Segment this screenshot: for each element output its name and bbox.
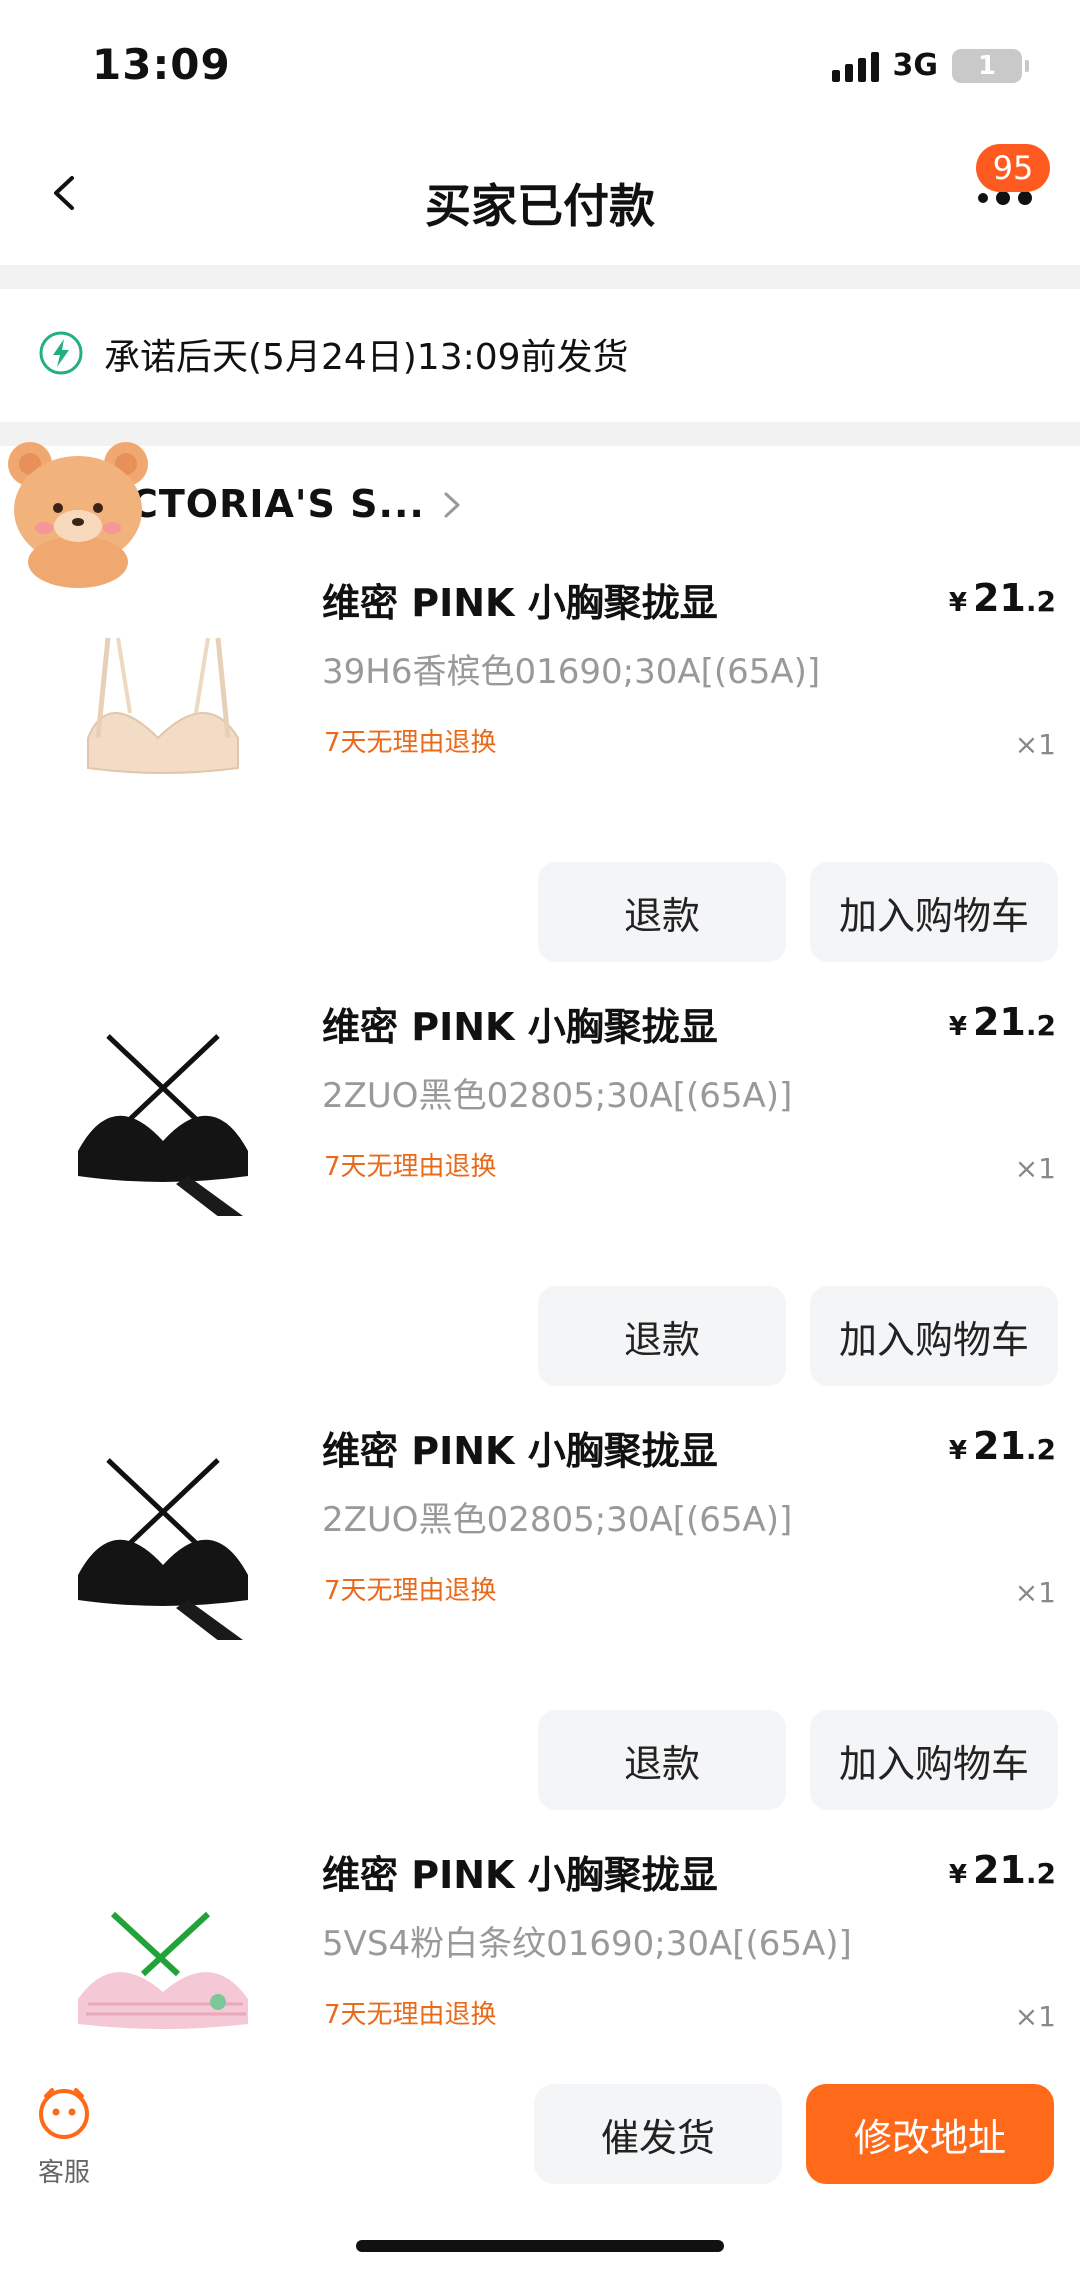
product-quantity: ×1 [1014,1576,1056,1609]
product-spec: 2ZUO黑色02805;30A[(65A)] [322,1500,793,1540]
price-integer: 21 [972,1848,1026,1892]
product-quantity: ×1 [1014,1152,1056,1185]
customer-service-label[interactable]: 客服 [38,2152,90,2189]
price-currency: ¥ [948,1012,967,1042]
product-title: 维密 PINK 小胸聚拢显 [322,1005,718,1049]
return-policy-tag: 7天无理由退换 [324,2000,497,2030]
product-title: 维密 PINK 小胸聚拢显 [322,1429,718,1473]
price-currency: ¥ [948,1436,967,1466]
status-time: 13:09 [92,40,231,89]
price-decimal: .2 [1025,585,1056,618]
message-badge: 95 [976,144,1050,192]
price-decimal: .2 [1025,1857,1056,1890]
price-currency: ¥ [948,1860,967,1890]
price-currency: ¥ [948,588,967,618]
divider [0,422,1080,446]
return-policy-tag: 7天无理由退换 [324,728,497,758]
black-bra-image [78,1034,248,1216]
page-title: 买家已付款 [425,179,655,233]
product-title: 维密 PINK 小胸聚拢显 [322,581,718,625]
battery-level: 1 [977,50,997,81]
return-policy-tag: 7天无理由退换 [324,1152,497,1182]
add-to-cart-button[interactable]: 加入购物车 [810,1286,1058,1386]
lightning-icon [39,331,83,375]
price-decimal: .2 [1025,1009,1056,1042]
price-integer: 21 [972,1424,1026,1468]
product-spec: 5VS4粉白条纹01690;30A[(65A)] [322,1924,852,1964]
product-price: ¥ 21 .2 [949,1424,1056,1468]
pink-stripe-bra-image [78,1911,248,2029]
signal-icon [831,50,879,82]
refund-button[interactable]: 退款 [538,1286,786,1386]
price-decimal: .2 [1025,1433,1056,1466]
refund-button[interactable]: 退款 [538,862,786,962]
divider [0,265,1080,289]
product-price: ¥ 21 .2 [949,576,1056,620]
return-policy-tag: 7天无理由退换 [324,1576,497,1606]
nude-bra-image [87,637,239,774]
more-dot-icon [978,193,988,203]
shop-name[interactable]: CTORIA'S S... [130,482,425,526]
bear-sticker-icon [8,442,148,588]
more-dot-icon [996,191,1010,205]
refund-button[interactable]: 退款 [538,1710,786,1810]
product-spec: 39H6香槟色01690;30A[(65A)] [322,652,821,692]
add-to-cart-button[interactable]: 加入购物车 [810,862,1058,962]
shipping-promise-text: 承诺后天(5月24日)13:09前发货 [104,337,629,378]
product-title: 维密 PINK 小胸聚拢显 [322,1853,718,1897]
product-price: ¥ 21 .2 [949,1000,1056,1044]
change-address-button[interactable]: 修改地址 [806,2084,1054,2184]
add-to-cart-button[interactable]: 加入购物车 [810,1710,1058,1810]
product-spec: 2ZUO黑色02805;30A[(65A)] [322,1076,793,1116]
price-integer: 21 [972,1000,1026,1044]
price-integer: 21 [972,576,1026,620]
customer-service-icon[interactable] [34,2082,94,2142]
product-price: ¥ 21 .2 [949,1848,1056,1892]
product-quantity: ×1 [1014,2000,1056,2033]
urge-shipping-button[interactable]: 催发货 [534,2084,782,2184]
more-dot-icon [1018,191,1032,205]
home-indicator[interactable] [356,2240,724,2252]
status-indicators: 3G 1 [831,48,1029,83]
black-bra-image [78,1458,248,1640]
chevron-right-icon[interactable] [440,490,464,520]
network-type: 3G [892,48,939,83]
battery-icon: 1 [952,48,1029,83]
product-quantity: ×1 [1014,728,1056,761]
